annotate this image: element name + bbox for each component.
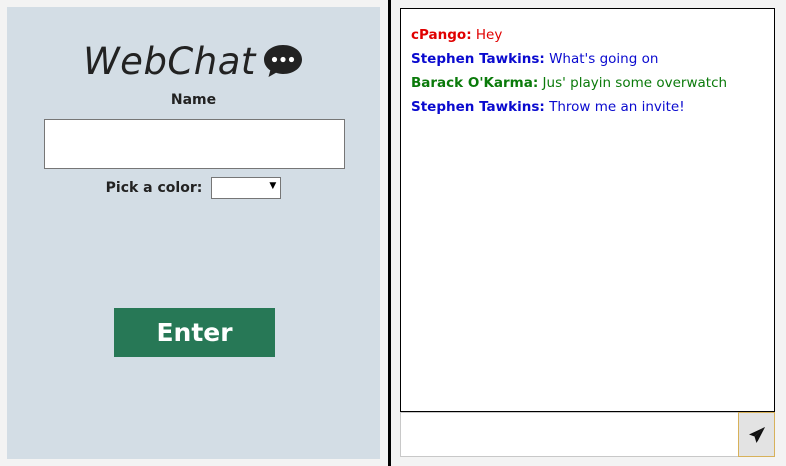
chat-message-text: Jus' playin some overwatch (538, 75, 728, 91)
chat-message: Barack O'Karma: Jus' playin some overwat… (411, 71, 764, 95)
dropdown-arrow-icon: ▼ (269, 181, 277, 191)
message-input[interactable] (400, 412, 738, 457)
login-panel: WebChat Name Pick a color: ▼ Enter (7, 7, 380, 459)
paper-plane-icon (748, 426, 765, 443)
color-label: Pick a color: (105, 180, 203, 196)
chat-message: Stephen Tawkins: Throw me an invite! (411, 95, 764, 119)
name-input[interactable] (44, 119, 345, 169)
chat-message-text: Hey (471, 27, 503, 43)
chat-message-author: cPango: (411, 27, 472, 43)
color-row: Pick a color: ▼ (7, 177, 380, 199)
send-button[interactable] (738, 412, 775, 457)
app-title: WebChat (7, 37, 380, 85)
chat-message-author: Stephen Tawkins: (411, 51, 545, 67)
color-select[interactable]: ▼ (211, 177, 282, 199)
enter-button[interactable]: Enter (114, 308, 275, 357)
chat-message-text: What's going on (544, 51, 659, 67)
chat-message-text: Throw me an invite! (544, 99, 685, 115)
chat-message: Stephen Tawkins: What's going on (411, 47, 764, 71)
chat-message-author: Barack O'Karma: (411, 75, 539, 91)
panel-divider (388, 0, 391, 466)
name-label: Name (170, 92, 217, 108)
chat-message-author: Stephen Tawkins: (411, 99, 545, 115)
app-title-text: WebChat (83, 39, 256, 83)
chat-bubble-icon (263, 45, 302, 77)
chat-message: cPango: Hey (411, 23, 764, 47)
chat-messages-panel: cPango: Hey Stephen Tawkins: What's going… (400, 8, 775, 412)
